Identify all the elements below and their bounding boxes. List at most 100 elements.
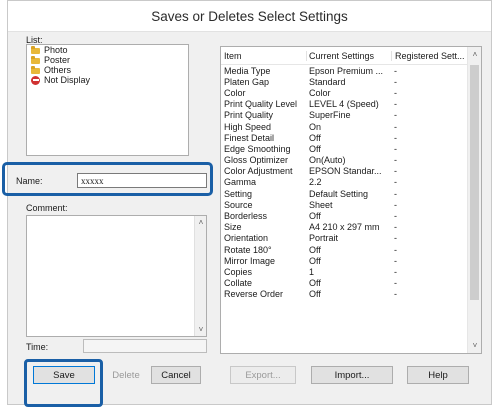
table-row[interactable]: Mirror Image Off - [221,255,481,266]
cell-item: Setting [224,188,253,199]
list-item[interactable]: Others [27,65,188,75]
cancel-button[interactable]: Cancel [151,366,201,384]
scroll-down-icon[interactable]: ˅ [469,341,481,350]
settings-table: Item Current Settings Registered Sett...… [220,46,482,354]
table-body: Media Type Epson Premium ... - Platen Gap St… [221,65,481,300]
help-button[interactable]: Help [407,366,469,384]
cell-current-setting: Off [309,132,321,143]
cell-current-setting: 2.2 [309,177,322,188]
folder-icon [31,55,40,65]
cell-registered-setting: - [394,278,397,289]
comment-label: Comment: [26,203,68,213]
table-row[interactable]: Setting Default Setting - [221,188,481,199]
scroll-down-icon[interactable]: ˅ [195,325,207,334]
table-scrollbar[interactable]: ˄ ˅ [467,47,481,353]
table-row[interactable]: Color Color - [221,87,481,98]
cell-item: Gloss Optimizer [224,155,289,166]
column-header-current[interactable]: Current Settings [306,50,391,61]
cell-item: Print Quality Level [224,99,298,110]
import-button[interactable]: Import... [311,366,393,384]
cell-item: Mirror Image [224,255,276,266]
table-row[interactable]: Source Sheet - [221,199,481,210]
dialog-title: Saves or Deletes Select Settings [8,1,491,32]
cell-item: Orientation [224,233,269,244]
table-row[interactable]: Print Quality Level LEVEL 4 (Speed) - [221,99,481,110]
cell-current-setting: Off [309,289,321,300]
table-row[interactable]: Finest Detail Off - [221,132,481,143]
table-row[interactable]: Rotate 180° Off - [221,244,481,255]
table-row[interactable]: Borderless Off - [221,210,481,221]
scrollbar-thumb[interactable] [470,65,479,300]
cell-item: Finest Detail [224,132,275,143]
cell-registered-setting: - [394,177,397,188]
table-row[interactable]: Orientation Portrait - [221,233,481,244]
name-input[interactable]: xxxxx [77,173,207,188]
cell-item: Gamma [224,177,257,188]
cell-registered-setting: - [394,76,397,87]
cell-item: Copies [224,266,253,277]
cell-registered-setting: - [394,87,397,98]
scroll-up-icon[interactable]: ˄ [469,50,481,59]
cell-registered-setting: - [394,99,397,110]
comment-scrollbar[interactable]: ˄ ˅ [194,216,206,336]
table-row[interactable]: High Speed On - [221,121,481,132]
cell-current-setting: LEVEL 4 (Speed) [309,99,379,110]
export-button[interactable]: Export... [230,366,296,384]
comment-textarea[interactable]: ˄ ˅ [26,215,207,337]
cell-registered-setting: - [394,121,397,132]
cell-item: Reverse Order [224,289,284,300]
table-header: Item Current Settings Registered Sett... [221,47,481,65]
table-row[interactable]: Color Adjustment EPSON Standar... - [221,166,481,177]
cell-registered-setting: - [394,255,397,266]
cell-current-setting: Color [309,87,331,98]
cell-item: Platen Gap [224,76,270,87]
list-item-label: Poster [44,55,71,65]
cell-registered-setting: - [394,166,397,177]
table-row[interactable]: Gloss Optimizer On(Auto) - [221,155,481,166]
cell-registered-setting: - [394,233,397,244]
cell-item: Borderless [224,211,268,222]
cell-registered-setting: - [394,244,397,255]
list-item-label: Not Display [44,75,91,85]
column-header-registered[interactable]: Registered Sett... [391,50,465,61]
folder-icon [31,65,40,75]
cell-current-setting: Portrait [309,233,339,244]
cell-current-setting: On(Auto) [309,155,346,166]
time-label: Time: [26,342,49,352]
table-row[interactable]: Edge Smoothing Off - [221,143,481,154]
save-button[interactable]: Save [33,366,95,384]
table-row[interactable]: Media Type Epson Premium ... - [221,65,481,76]
cell-current-setting: SuperFine [309,110,351,121]
table-row[interactable]: Reverse Order Off - [221,289,481,300]
cell-current-setting: Off [309,211,321,222]
cell-item: Color [224,87,246,98]
table-row[interactable]: Copies 1 - [221,266,481,277]
column-header-item[interactable]: Item [221,51,306,61]
cell-current-setting: Off [309,278,321,289]
cell-current-setting: EPSON Standar... [309,166,382,177]
cell-registered-setting: - [394,266,397,277]
delete-button[interactable]: Delete [106,366,146,384]
cell-item: Media Type [224,65,271,76]
cell-registered-setting: - [394,188,397,199]
cell-registered-setting: - [394,65,397,76]
list-item-label: Photo [44,45,68,55]
cell-item: Color Adjustment [224,166,293,177]
cell-current-setting: Epson Premium ... [309,65,384,76]
table-row[interactable]: Collate Off - [221,278,481,289]
cell-registered-setting: - [394,110,397,121]
table-row[interactable]: Size A4 210 x 297 mm - [221,222,481,233]
table-row[interactable]: Gamma 2.2 - [221,177,481,188]
table-row[interactable]: Print Quality SuperFine - [221,110,481,121]
cell-item: Rotate 180° [224,244,272,255]
scroll-up-icon[interactable]: ˄ [195,218,207,227]
list-item[interactable]: Photo [27,45,188,55]
cell-registered-setting: - [394,199,397,210]
table-row[interactable]: Platen Gap Standard - [221,76,481,87]
cell-current-setting: Sheet [309,199,333,210]
list-item[interactable]: Not Display [27,75,188,85]
list-item[interactable]: Poster [27,55,188,65]
cell-registered-setting: - [394,143,397,154]
settings-list[interactable]: Photo Poster Others Not Display [26,44,189,156]
cell-item: Print Quality [224,110,274,121]
